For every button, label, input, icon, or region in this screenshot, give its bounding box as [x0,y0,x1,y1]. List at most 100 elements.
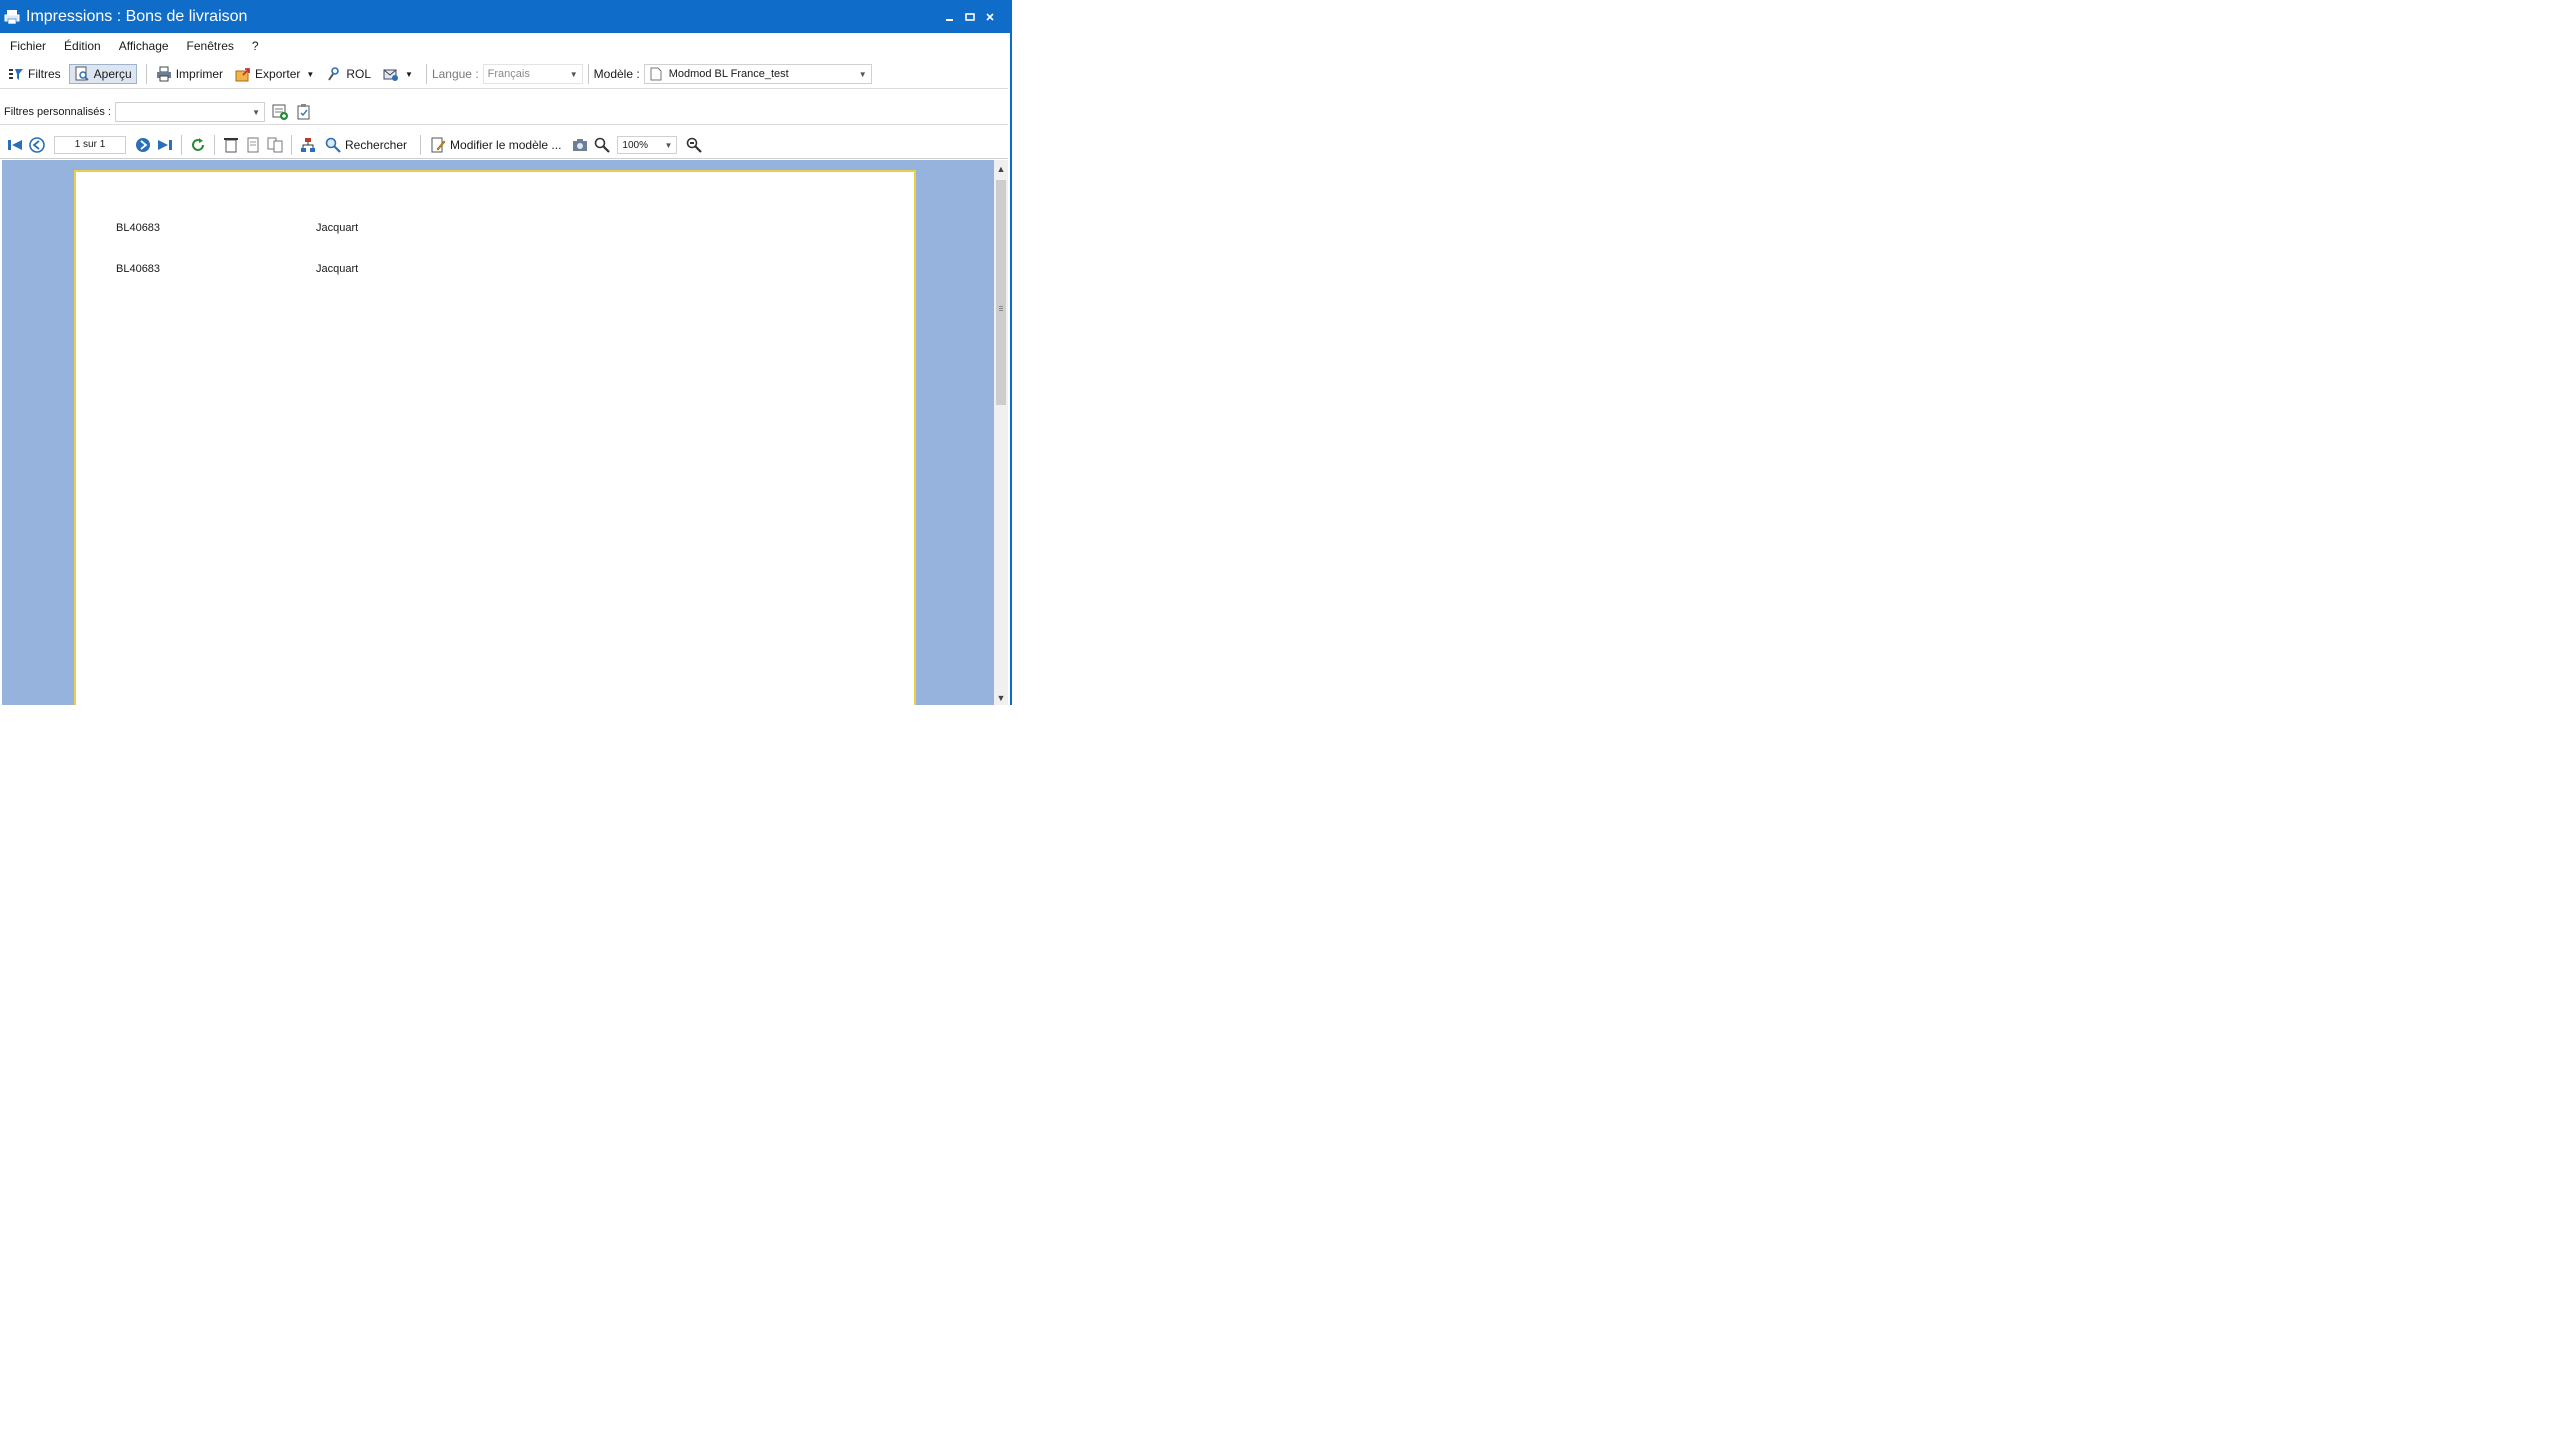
modele-label: Modèle : [593,67,640,81]
multi-page-icon [267,137,283,153]
custom-filters-bar: Filtres personnalisés : ▼ [0,100,1008,125]
chevron-down-icon: ▼ [252,107,260,117]
delivery-note-reference: BL40683 [116,222,161,234]
maximize-button[interactable] [960,7,980,27]
grip-icon [999,306,1003,307]
main-toolbar: Filtres Aperçu Imprimer Exporter ▼ ROL ▼… [0,60,1008,89]
group-tree-button[interactable] [299,136,317,154]
modele-value: Modmod BL France_test [668,68,789,80]
modifier-modele-button[interactable]: Modifier le modèle ... [426,135,565,155]
rol-icon [328,67,340,81]
menu-bar: Fichier Édition Affichage Fenêtres ? [0,36,1010,56]
arrow-left-icon [29,137,45,153]
vertical-scrollbar[interactable]: ▲ ▼ [994,160,1008,705]
print-preview-window: Impressions : Bons de livraison Fichier … [0,0,1012,705]
first-page-button[interactable] [6,136,24,154]
zoom-select[interactable]: 100% ▼ [617,136,678,154]
rol-button[interactable]: ROL [322,64,375,84]
next-page-button[interactable] [134,136,152,154]
printer-icon [156,66,171,82]
last-page-icon [158,140,172,150]
custom-filters-label: Filtres personnalisés : [4,106,111,118]
chevron-down-icon: ▼ [858,69,867,79]
refresh-button[interactable] [189,136,207,154]
rol-label: ROL [346,67,372,81]
arrow-right-icon [136,138,150,152]
menu-affichage[interactable]: Affichage [109,39,177,53]
chevron-down-icon: ▼ [569,69,578,79]
close-icon [986,12,994,21]
maximize-icon [965,12,975,21]
camera-icon [573,139,588,151]
filtres-label: Filtres [28,67,61,81]
page-number-field[interactable]: 1 sur 1 [54,136,126,154]
langue-select[interactable]: Français ▼ [482,64,583,84]
chevron-down-icon: ▼ [405,69,413,79]
toolbar-separator [291,135,292,155]
chevron-down-icon: ▼ [664,140,673,150]
langue-value: Français [487,68,530,80]
edit-template-icon [431,137,446,153]
page-setup-icon [224,138,238,153]
mail-printer-icon [383,69,399,81]
langue-label: Langue : [431,67,479,81]
modele-select[interactable]: Modmod BL France_test ▼ [643,64,872,84]
search-icon [325,137,341,153]
modifier-modele-label: Modifier le modèle ... [450,138,562,152]
toolbar-separator [587,64,589,84]
apercu-button[interactable]: Aperçu [68,64,137,84]
minimize-button[interactable] [940,7,960,27]
snapshot-button[interactable] [571,136,589,154]
send-mail-button[interactable]: ▼ [379,64,417,84]
zoom-button[interactable] [593,136,611,154]
apercu-label: Aperçu [93,67,132,81]
menu-edition[interactable]: Édition [54,39,109,53]
rechercher-button[interactable]: Rechercher [321,135,411,155]
refresh-icon [192,138,204,151]
zoom-icon [595,137,611,153]
rechercher-label: Rechercher [345,138,408,152]
title-bar: Impressions : Bons de livraison [0,0,1010,33]
viewer-toolbar: 1 sur 1 Rechercher Modifier le modèle ..… [0,132,1008,159]
single-page-button[interactable] [244,136,262,154]
report-preview-area[interactable]: BL40683 Jacquart BL40683 Jacquart [2,160,994,705]
imprimer-button[interactable]: Imprimer [152,64,227,84]
toolbar-separator [420,135,422,155]
group-tree-icon [301,138,315,152]
toolbar-separator [425,64,427,84]
last-page-button[interactable] [156,136,174,154]
previous-page-button[interactable] [28,136,46,154]
clipboard-icon[interactable] [295,103,313,121]
exporter-button[interactable]: Exporter ▼ [231,64,318,84]
custom-filters-select[interactable]: ▼ [115,102,265,122]
first-page-icon [8,140,22,150]
scrollbar-thumb[interactable] [996,180,1006,405]
filtres-button[interactable]: Filtres [4,64,65,84]
exporter-label: Exporter [255,67,301,81]
chevron-down-icon: ▼ [306,69,315,79]
add-filter-icon[interactable] [271,103,289,121]
toolbar-separator [181,135,182,155]
toolbar-separator [214,135,215,155]
document-icon [650,67,662,81]
scroll-down-icon[interactable]: ▼ [994,691,1008,705]
menu-help[interactable]: ? [242,39,267,53]
toolbar-separator [145,64,147,84]
printer-icon [4,9,20,24]
close-button[interactable] [980,7,1000,27]
customer-name: Jacquart [316,263,359,275]
page-setup-button[interactable] [222,136,240,154]
menu-fichier[interactable]: Fichier [0,39,54,53]
report-page: BL40683 Jacquart BL40683 Jacquart [74,170,916,705]
zoom-value: 100% [622,139,648,151]
scroll-up-icon[interactable]: ▲ [994,162,1008,176]
imprimer-label: Imprimer [175,67,224,81]
filter-icon [9,69,23,80]
single-page-icon [247,137,259,153]
delivery-note-reference: BL40683 [116,263,161,275]
customer-name: Jacquart [316,222,359,234]
zoom-settings-button[interactable] [685,136,703,154]
menu-fenetres[interactable]: Fenêtres [177,39,242,53]
window-title: Impressions : Bons de livraison [26,7,248,25]
multi-page-button[interactable] [266,136,284,154]
